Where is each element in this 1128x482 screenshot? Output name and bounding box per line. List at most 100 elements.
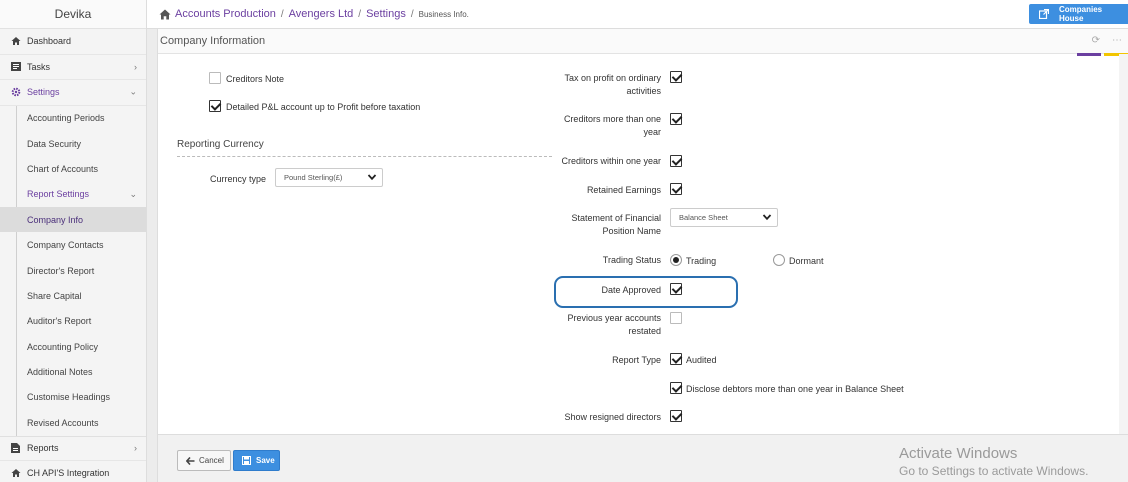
home-icon	[10, 468, 21, 479]
companies-house-label: Companies House	[1059, 5, 1103, 23]
tax-on-profit-label: Tax on profit on ordinary activities	[541, 72, 661, 98]
creditors-note-checkbox[interactable]	[209, 72, 221, 84]
sidebar-item-data-security[interactable]: Data Security	[0, 131, 146, 156]
chevron-right-icon: ›	[134, 443, 137, 454]
sofp-name-label: Statement of Financial Position Name	[541, 212, 661, 238]
sidebar-item-accounting-periods[interactable]: Accounting Periods	[0, 106, 146, 131]
external-link-icon	[1039, 9, 1049, 19]
sidebar-item-company-info[interactable]: Company Info	[0, 207, 146, 233]
settings-submenu: Accounting Periods Data Security Chart o…	[0, 105, 146, 436]
panel-tools: ⟳ ⋯	[1092, 35, 1122, 46]
cancel-label: Cancel	[199, 456, 224, 465]
breadcrumb-accounts-production[interactable]: Accounts Production	[175, 8, 276, 20]
scrollbar[interactable]	[1119, 54, 1128, 434]
prev-year-line2: restated	[628, 326, 661, 336]
activate-windows-watermark: Activate Windows Go to Settings to activ…	[899, 445, 1088, 478]
tasks-icon	[10, 61, 21, 72]
save-button[interactable]: Save	[233, 450, 280, 471]
dormant-radio[interactable]	[773, 254, 785, 266]
breadcrumb-company[interactable]: Avengers Ltd	[289, 8, 354, 20]
breadcrumb-separator: /	[410, 8, 414, 20]
sidebar-item-label: Report Settings	[27, 189, 90, 200]
companies-house-button[interactable]: Companies House	[1029, 4, 1128, 24]
previous-year-restated-checkbox[interactable]	[670, 312, 682, 324]
sidebar-item-report-settings[interactable]: Report Settings ⌄	[0, 182, 146, 207]
breadcrumb-settings[interactable]: Settings	[366, 8, 406, 20]
home-icon	[10, 36, 21, 47]
document-icon	[10, 443, 21, 454]
arrow-left-icon	[186, 456, 195, 465]
audited-label: Audited	[686, 355, 717, 365]
watermark-line2: Go to Settings to activate Windows.	[899, 464, 1089, 478]
trading-radio[interactable]	[670, 254, 682, 266]
creditors-note-label: Creditors Note	[226, 74, 285, 84]
trading-radio-label: Trading	[686, 256, 717, 266]
breadcrumb-separator: /	[358, 8, 362, 20]
tax-on-profit-line1: Tax on profit on ordinary	[564, 73, 661, 83]
floppy-icon	[242, 456, 251, 465]
sidebar-item-reports[interactable]: Reports ›	[0, 435, 146, 462]
creditors-more-line2: year	[643, 127, 661, 137]
trading-status-label: Trading Status	[602, 255, 661, 265]
currency-type-label: Currency type	[209, 174, 266, 184]
sidebar-item-chart-of-accounts[interactable]: Chart of Accounts	[0, 156, 146, 181]
creditors-within-one-year-label: Creditors within one year	[561, 156, 661, 166]
sidebar-item-additional-notes[interactable]: Additional Notes	[0, 359, 146, 384]
sofp-name-select[interactable]: Balance Sheet	[670, 208, 778, 227]
breadcrumb-current: Business Info.	[418, 9, 469, 19]
chevron-down-icon	[367, 174, 377, 181]
dormant-radio-label: Dormant	[789, 256, 824, 266]
panel-accent-bar	[1077, 53, 1101, 56]
sidebar-item-accounting-policy[interactable]: Accounting Policy	[0, 334, 146, 359]
creditors-more-than-one-year-checkbox[interactable]	[670, 113, 682, 125]
sidebar-item-auditors-report[interactable]: Auditor's Report	[0, 309, 146, 334]
chevron-down-icon: ⌄	[129, 188, 137, 199]
more-icon[interactable]: ⋯	[1112, 35, 1122, 46]
sidebar-item-revised-accounts[interactable]: Revised Accounts	[0, 410, 146, 435]
sidebar-item-directors-report[interactable]: Director's Report	[0, 258, 146, 283]
audited-checkbox[interactable]	[670, 353, 682, 365]
currency-type-select[interactable]: Pound Sterling(£)	[275, 168, 383, 187]
sidebar-item-customise-headings[interactable]: Customise Headings	[0, 385, 146, 410]
tax-on-profit-checkbox[interactable]	[670, 71, 682, 83]
detailed-pl-label: Detailed P&L account up to Profit before…	[226, 102, 421, 112]
disclose-debtors-checkbox[interactable]	[670, 382, 682, 394]
detailed-pl-checkbox[interactable]	[209, 100, 221, 112]
sidebar-item-ch-api-integration[interactable]: CH API'S Integration	[0, 461, 146, 482]
tax-on-profit-line2: activities	[626, 86, 661, 96]
disclose-debtors-label: Disclose debtors more than one year in B…	[686, 384, 904, 394]
gear-icon	[10, 87, 21, 98]
breadcrumb: Accounts Production / Avengers Ltd / Set…	[159, 8, 469, 20]
retained-earnings-checkbox[interactable]	[670, 183, 682, 195]
chevron-down-icon	[762, 214, 772, 221]
sidebar-item-label: Dashboard	[27, 36, 72, 47]
sidebar-item-company-contacts[interactable]: Company Contacts	[0, 232, 146, 257]
company-information-panel: Company Information ⟳ ⋯ Creditors Note D…	[157, 29, 1128, 482]
prev-year-line1: Previous year accounts	[567, 313, 661, 323]
sidebar-item-tasks[interactable]: Tasks ›	[0, 55, 146, 80]
show-resigned-directors-checkbox[interactable]	[670, 410, 682, 422]
top-bar: Accounts Production / Avengers Ltd / Set…	[147, 0, 1128, 29]
cancel-button[interactable]: Cancel	[177, 450, 231, 471]
chevron-down-icon: ⌄	[129, 86, 137, 97]
sofp-value: Balance Sheet	[679, 213, 728, 222]
sidebar: Devika Dashboard Tasks › Settings ⌄ Acco…	[0, 0, 147, 482]
brand-name: Devika	[0, 0, 146, 29]
creditors-more-than-one-year-label: Creditors more than one year	[541, 113, 661, 139]
creditors-within-one-year-checkbox[interactable]	[670, 155, 682, 167]
save-label: Save	[256, 456, 275, 465]
sofp-line2: Position Name	[602, 226, 661, 236]
currency-type-value: Pound Sterling(£)	[284, 173, 343, 182]
sidebar-item-settings[interactable]: Settings ⌄	[0, 80, 146, 106]
watermark-line1: Activate Windows	[899, 445, 1018, 462]
section-divider	[177, 156, 552, 157]
sidebar-item-label: Tasks	[27, 61, 51, 72]
sidebar-item-label: Settings	[27, 87, 60, 98]
retained-earnings-label: Retained Earnings	[586, 185, 661, 195]
refresh-icon[interactable]: ⟳	[1092, 35, 1100, 46]
home-icon[interactable]	[159, 9, 171, 20]
sidebar-item-share-capital[interactable]: Share Capital	[0, 283, 146, 308]
sidebar-item-dashboard[interactable]: Dashboard	[0, 29, 146, 55]
previous-year-restated-label: Previous year accounts restated	[541, 312, 661, 338]
date-approved-checkbox[interactable]	[670, 283, 682, 295]
